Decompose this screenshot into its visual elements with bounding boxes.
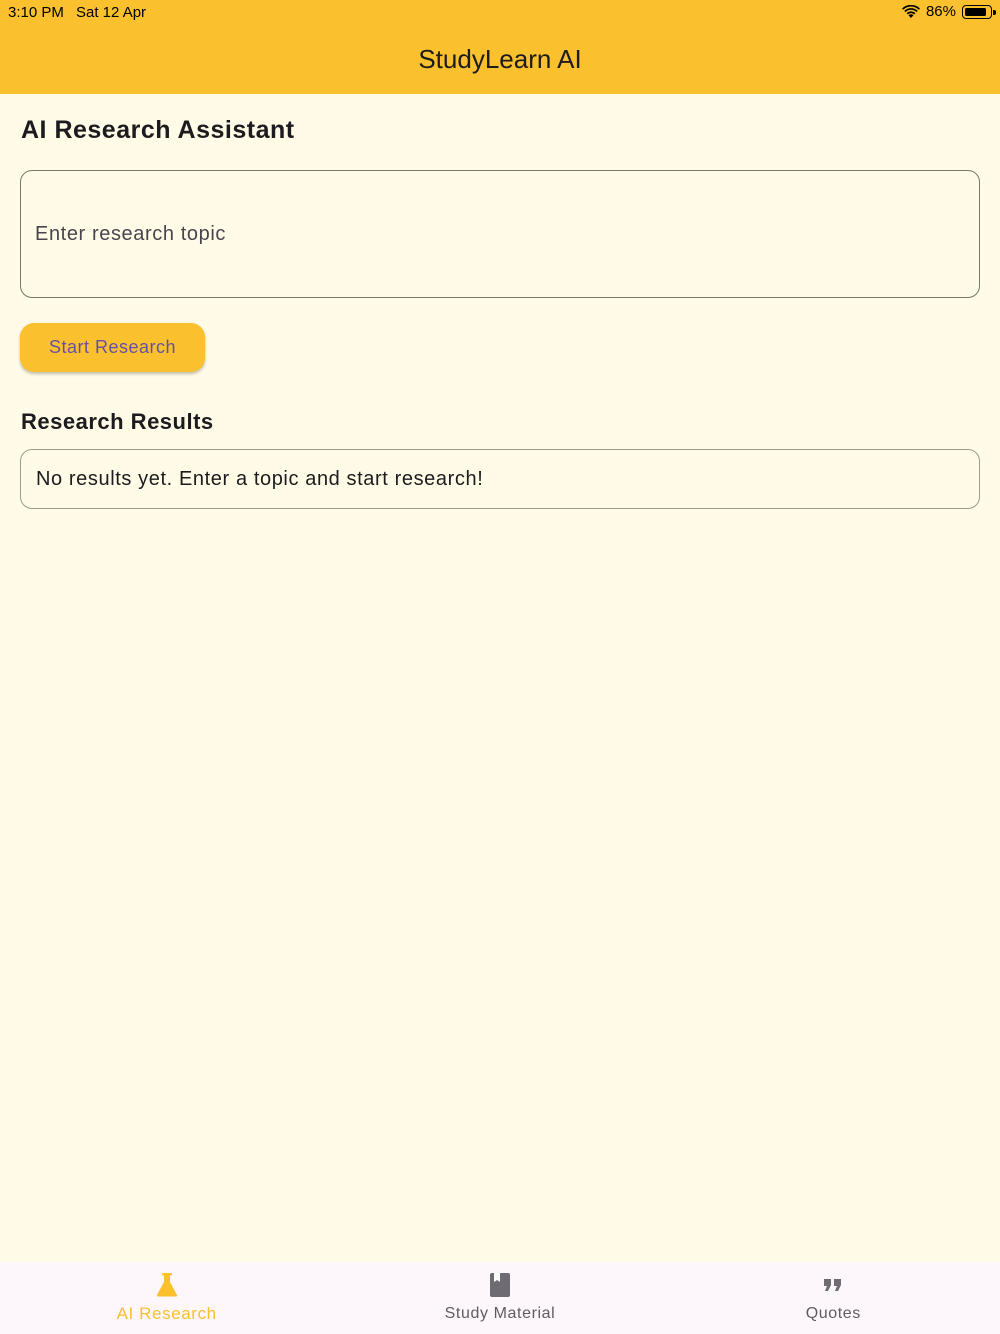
battery-icon (962, 4, 996, 19)
status-time: 3:10 PM (8, 4, 64, 21)
nav-label-quotes: Quotes (805, 1305, 861, 1322)
results-heading: Research Results (21, 409, 214, 434)
nav-item-study-material[interactable]: Study Material (333, 1262, 666, 1334)
battery-percent: 86% (925, 3, 956, 20)
start-research-button[interactable]: Start Research (20, 323, 205, 372)
status-indicators: 86% (901, 3, 996, 20)
nav-label-study-material: Study Material (444, 1305, 556, 1322)
status-bar: 3:10 PM Sat 12 Apr 86% (0, 0, 1000, 26)
app-bar: 3:10 PM Sat 12 Apr 86% StudyLearn AI (0, 0, 1000, 94)
bottom-nav: AI Research Study Material Quotes (0, 1262, 1000, 1334)
research-topic-input[interactable] (20, 170, 980, 298)
quote-icon (824, 1279, 842, 1291)
results-card: No results yet. Enter a topic and start … (20, 449, 980, 509)
book-icon (489, 1273, 510, 1297)
page-heading: AI Research Assistant (21, 116, 295, 144)
flask-icon (156, 1273, 177, 1297)
wifi-icon (901, 4, 920, 18)
app-title: StudyLearn AI (418, 44, 582, 74)
nav-label-ai-research: AI Research (116, 1304, 217, 1323)
nav-item-quotes[interactable]: Quotes (667, 1262, 1000, 1334)
nav-item-ai-research[interactable]: AI Research (0, 1262, 333, 1334)
results-text: No results yet. Enter a topic and start … (36, 467, 484, 490)
status-date: Sat 12 Apr (76, 4, 147, 21)
